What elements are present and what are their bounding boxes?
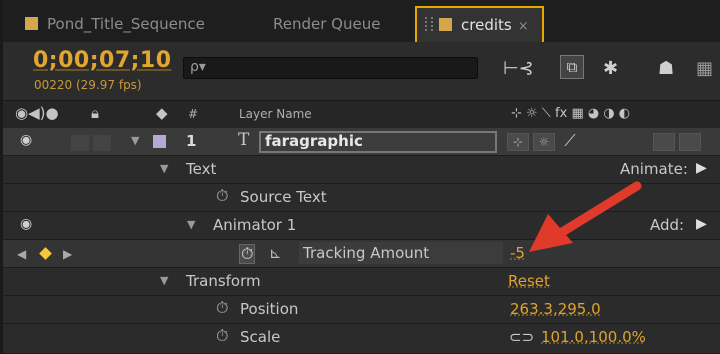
tab-bar: Pond_Title_Sequence Render Queue credits… xyxy=(3,0,720,43)
shy-switch[interactable]: ⊹ xyxy=(507,133,529,151)
lock-icon[interactable]: 🔒︎ xyxy=(91,104,99,122)
property-label: Scale xyxy=(240,328,281,346)
tab-label: Pond_Title_Sequence xyxy=(47,15,205,33)
reset-link[interactable]: Reset xyxy=(508,272,550,290)
search-icon: ρ▾ xyxy=(190,59,206,75)
tab-label: Render Queue xyxy=(273,15,381,33)
stopwatch-icon[interactable]: ⏱︎ xyxy=(216,326,228,346)
motion-blur-switch[interactable] xyxy=(653,133,675,151)
add-menu-icon[interactable]: ▶ xyxy=(696,216,707,232)
add-menu-label[interactable]: Add: xyxy=(650,216,684,234)
text-layer-icon: T xyxy=(238,130,250,150)
layer-row[interactable]: ◉ ▼ 1 T faragraphic ⊹ ☼ ⟋ xyxy=(3,128,720,156)
composition-icon xyxy=(25,16,38,30)
grip-icon[interactable] xyxy=(425,17,433,31)
expand-arrow-icon[interactable]: ▼ xyxy=(187,218,195,231)
animate-menu-icon[interactable]: ▶ xyxy=(696,160,707,176)
property-label: Text xyxy=(186,160,217,178)
close-icon[interactable]: × xyxy=(518,19,529,34)
lock-switch[interactable] xyxy=(92,134,112,152)
property-group-transform[interactable]: ▼ Transform Reset xyxy=(3,268,720,296)
stopwatch-icon[interactable]: ⏱︎ xyxy=(216,298,228,318)
collapse-switch[interactable]: ☼ xyxy=(533,133,555,151)
property-group-text[interactable]: ▼ Text Animate: ▶ xyxy=(3,156,720,184)
timeline-panel: Pond_Title_Sequence Render Queue credits… xyxy=(0,0,720,354)
layer-name-column-header[interactable]: Layer Name xyxy=(239,107,312,121)
property-label: Animator 1 xyxy=(213,216,297,234)
stopwatch-active-icon[interactable]: ⏱︎ xyxy=(239,244,256,264)
column-header-row: ◉◀)● 🔒︎ ◆ # Layer Name ⊹ ☼ ⟍ fx ▦ ◕ ◑ ◐ xyxy=(3,101,720,129)
switches-column-icons[interactable]: ⊹ ☼ ⟍ fx ▦ ◕ ◑ ◐ xyxy=(511,106,630,121)
property-row-scale[interactable]: ⏱︎ Scale ⊂⊃ 101.0,100.0% xyxy=(3,324,720,354)
expand-arrow-icon[interactable]: ▼ xyxy=(160,162,168,175)
next-keyframe-icon[interactable]: ▶ xyxy=(63,247,72,261)
current-time-display[interactable]: 0;00;07;10 xyxy=(33,48,172,73)
composition-icon xyxy=(439,17,452,31)
property-row-position[interactable]: ⏱︎ Position 263.3,295.0 xyxy=(3,296,720,324)
property-label: Source Text xyxy=(240,188,327,206)
composition-mini-flowchart-icon[interactable]: ⊢⊰ xyxy=(503,58,534,82)
live-update-icon[interactable]: ⧉ xyxy=(560,55,584,79)
shy-layers-icon[interactable]: ☗ xyxy=(658,58,674,82)
position-value[interactable]: 263.3,295.0 xyxy=(510,300,601,318)
eye-icon[interactable]: ◉ xyxy=(20,132,32,148)
quality-switch[interactable]: ⟋ xyxy=(559,133,581,151)
tab-render-queue[interactable]: Render Queue xyxy=(273,7,380,42)
property-group-animator[interactable]: ◉ ▼ Animator 1 Add: ▶ xyxy=(3,212,720,240)
property-label: Position xyxy=(240,300,299,318)
frame-blending-icon[interactable]: ▦ xyxy=(696,58,713,82)
property-row-source-text[interactable]: ⏱︎ Source Text xyxy=(3,184,720,212)
draft-3d-icon[interactable]: ✱ xyxy=(603,58,618,82)
prev-keyframe-icon[interactable]: ◀ xyxy=(17,247,26,261)
scale-value[interactable]: 101.0,100.0% xyxy=(541,328,646,346)
label-icon[interactable]: ◆ xyxy=(156,104,168,122)
animate-menu-label[interactable]: Animate: xyxy=(620,160,688,178)
search-input[interactable]: ρ▾ xyxy=(183,57,478,79)
label-color-swatch[interactable] xyxy=(153,135,166,148)
av-features-icon[interactable]: ◉◀)● xyxy=(15,104,59,122)
tab-pond-title-sequence[interactable]: Pond_Title_Sequence xyxy=(25,7,205,42)
property-label: Tracking Amount xyxy=(299,242,503,264)
expand-arrow-icon[interactable]: ▼ xyxy=(131,134,139,147)
tracking-amount-value[interactable]: -5 xyxy=(510,244,525,262)
tab-label: credits xyxy=(461,16,512,34)
frame-rate-readout: 00220 (29.97 fps) xyxy=(34,78,142,92)
keyframe-diamond-icon[interactable] xyxy=(39,247,52,260)
eye-icon[interactable]: ◉ xyxy=(20,216,32,232)
constrain-proportions-icon[interactable]: ⊂⊃ xyxy=(509,328,534,346)
layer-number: 1 xyxy=(186,132,197,150)
stopwatch-icon[interactable]: ⏱︎ xyxy=(216,186,228,206)
adjustment-switch[interactable] xyxy=(679,133,701,151)
number-column-header: # xyxy=(188,107,199,121)
expand-arrow-icon[interactable]: ▼ xyxy=(160,274,168,287)
property-label: Transform xyxy=(186,272,261,290)
graph-editor-icon[interactable]: ⊾ xyxy=(269,244,282,262)
property-row-tracking-amount[interactable]: ◀ ▶ ⏱︎ ⊾ Tracking Amount -5 xyxy=(3,240,720,268)
tab-credits[interactable]: credits × xyxy=(415,6,544,43)
timeline-header: 0;00;07;10 00220 (29.97 fps) ρ▾ ⊢⊰ ⧉ ✱ ☗… xyxy=(3,42,720,101)
audio-switch[interactable] xyxy=(70,134,90,152)
layer-name-field[interactable]: faragraphic xyxy=(259,131,497,153)
